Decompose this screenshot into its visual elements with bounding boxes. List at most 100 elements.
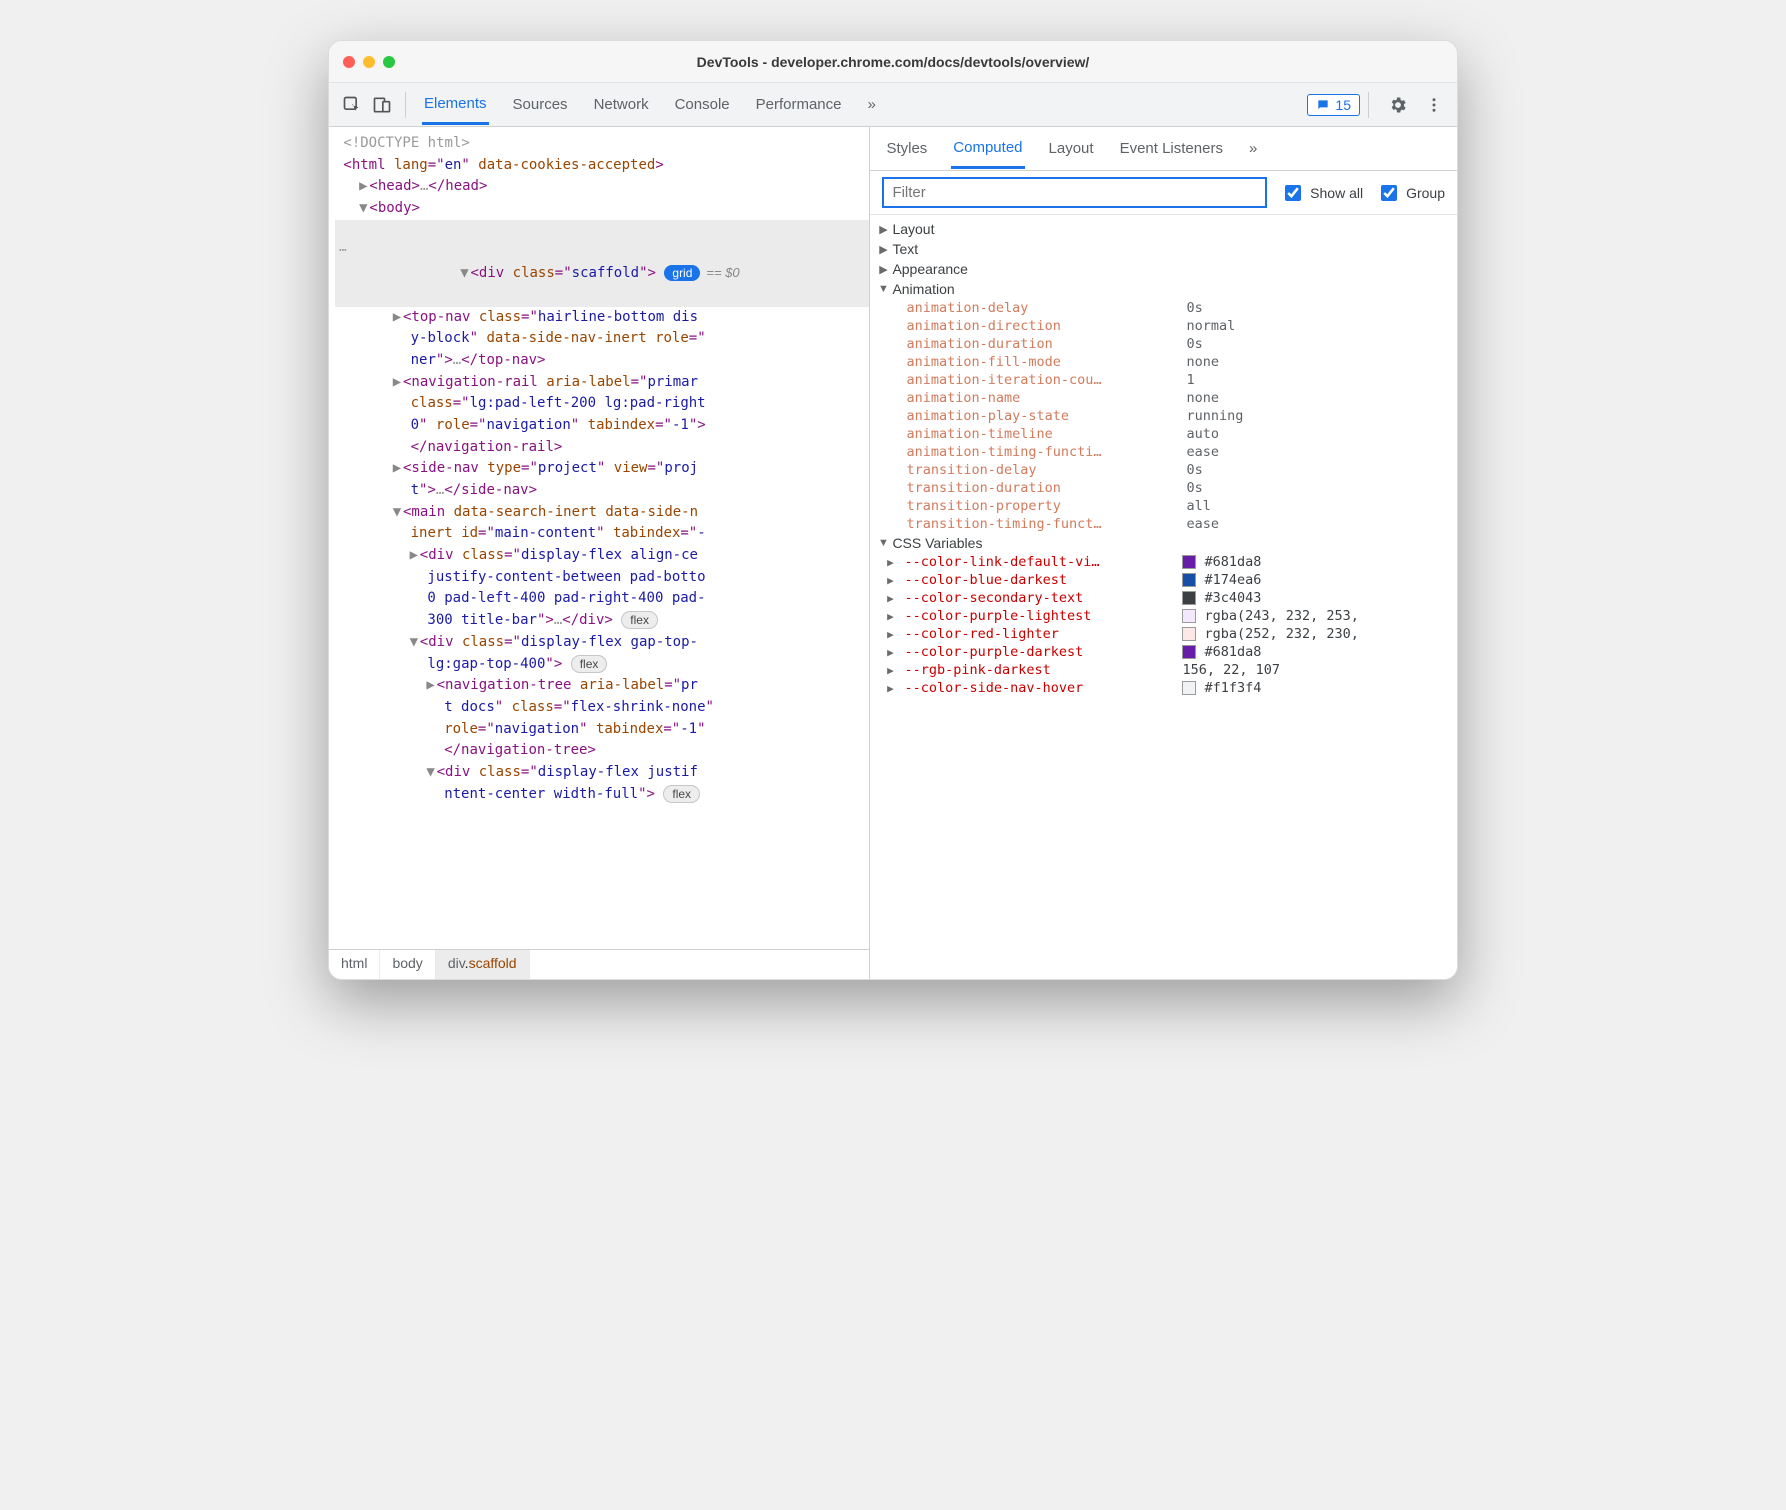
inspect-element-icon[interactable] — [337, 90, 367, 120]
group-appearance[interactable]: ▶Appearance — [870, 259, 1457, 279]
color-swatch[interactable] — [1182, 627, 1196, 641]
computed-property-row[interactable]: transition-duration0s — [870, 479, 1457, 497]
dom-tree[interactable]: <!DOCTYPE html> <html lang="en" data-coo… — [329, 127, 869, 949]
dom-node[interactable]: ▼<div class="display-flex justif — [335, 762, 869, 784]
css-variable-row[interactable]: ▶--color-purple-darkest#681da8 — [870, 643, 1457, 661]
tabs-overflow-icon[interactable]: » — [866, 86, 878, 123]
subtab-event-listeners[interactable]: Event Listeners — [1118, 130, 1225, 167]
color-swatch[interactable] — [1182, 573, 1196, 587]
computed-property-row[interactable]: animation-namenone — [870, 389, 1457, 407]
subtabs-overflow-icon[interactable]: » — [1247, 130, 1259, 167]
computed-property-row[interactable]: animation-timelineauto — [870, 425, 1457, 443]
layout-badge-flex[interactable]: flex — [663, 785, 700, 803]
property-value: 1 — [1186, 372, 1194, 388]
variable-value: #174ea6 — [1204, 572, 1261, 588]
variable-name: --rgb-pink-darkest — [904, 662, 1174, 678]
tab-elements[interactable]: Elements — [422, 85, 489, 125]
layout-badge-grid[interactable]: grid — [664, 265, 700, 281]
tab-sources[interactable]: Sources — [511, 86, 570, 123]
subtab-styles[interactable]: Styles — [884, 130, 929, 167]
expand-icon[interactable]: ▶ — [884, 574, 896, 587]
group-checkbox[interactable]: Group — [1377, 182, 1445, 204]
computed-property-row[interactable]: animation-delay0s — [870, 299, 1457, 317]
tab-performance[interactable]: Performance — [754, 86, 844, 123]
property-value: none — [1186, 390, 1219, 406]
css-variable-row[interactable]: ▶--color-red-lighterrgba(252, 232, 230, — [870, 625, 1457, 643]
eq-zero: == $0 — [706, 265, 739, 280]
subtab-computed[interactable]: Computed — [951, 129, 1024, 169]
expand-icon[interactable]: ▶ — [884, 628, 896, 641]
minimize-window-button[interactable] — [363, 56, 375, 68]
property-name: transition-delay — [906, 462, 1186, 478]
dom-node[interactable]: ▶<navigation-tree aria-label="pr — [335, 675, 869, 697]
breadcrumb-item-current[interactable]: div.scaffold — [436, 950, 530, 979]
dom-node[interactable]: ▶<head>…</head> — [335, 176, 869, 198]
dom-node[interactable]: <html lang="en" data-cookies-accepted> — [335, 155, 869, 177]
group-layout[interactable]: ▶Layout — [870, 219, 1457, 239]
expand-icon[interactable]: ▶ — [884, 610, 896, 623]
variable-value: rgba(243, 232, 253, — [1204, 608, 1358, 624]
color-swatch[interactable] — [1182, 645, 1196, 659]
device-toggle-icon[interactable] — [367, 90, 397, 120]
computed-property-row[interactable]: animation-duration0s — [870, 335, 1457, 353]
computed-property-row[interactable]: transition-propertyall — [870, 497, 1457, 515]
expand-icon[interactable]: ▶ — [884, 556, 896, 569]
expand-icon[interactable]: ▶ — [884, 664, 896, 677]
computed-pane: ▶Layout ▶Text ▶Appearance ▼Animation ani… — [870, 215, 1457, 979]
toolbar-divider — [405, 92, 406, 118]
dom-node[interactable]: ▼<div class="display-flex gap-top- — [335, 632, 869, 654]
computed-property-row[interactable]: animation-play-staterunning — [870, 407, 1457, 425]
color-swatch[interactable] — [1182, 681, 1196, 695]
zoom-window-button[interactable] — [383, 56, 395, 68]
dom-node[interactable]: ▼<main data-search-inert data-side-n — [335, 502, 869, 524]
dom-node[interactable]: ▶<side-nav type="project" view="proj — [335, 458, 869, 480]
computed-property-row[interactable]: animation-iteration-cou…1 — [870, 371, 1457, 389]
layout-badge-flex[interactable]: flex — [571, 655, 608, 673]
breadcrumb-item[interactable]: body — [380, 950, 435, 979]
variable-name: --color-purple-lightest — [904, 608, 1174, 624]
dom-node[interactable]: ▶<div class="display-flex align-ce — [335, 545, 869, 567]
color-swatch[interactable] — [1182, 591, 1196, 605]
dom-node[interactable]: ▶<navigation-rail aria-label="primar — [335, 372, 869, 394]
color-swatch[interactable] — [1182, 555, 1196, 569]
expand-icon[interactable]: ▶ — [884, 646, 896, 659]
layout-badge-flex[interactable]: flex — [621, 611, 658, 629]
tab-network[interactable]: Network — [592, 86, 651, 123]
expand-icon[interactable]: ▶ — [884, 682, 896, 695]
css-variable-row[interactable]: ▶--color-link-default-vi…#681da8 — [870, 553, 1457, 571]
css-variable-row[interactable]: ▶--color-secondary-text#3c4043 — [870, 589, 1457, 607]
color-swatch[interactable] — [1182, 609, 1196, 623]
computed-property-row[interactable]: transition-timing-funct…ease — [870, 515, 1457, 533]
computed-property-row[interactable]: animation-fill-modenone — [870, 353, 1457, 371]
group-text[interactable]: ▶Text — [870, 239, 1457, 259]
expand-icon[interactable]: ▶ — [884, 592, 896, 605]
dom-node[interactable]: ▼<body> — [335, 198, 869, 220]
gutter-ellipsis-icon[interactable]: ⋯ — [339, 241, 347, 261]
show-all-checkbox[interactable]: Show all — [1281, 182, 1363, 204]
css-variable-row[interactable]: ▶--color-blue-darkest#174ea6 — [870, 571, 1457, 589]
computed-property-row[interactable]: transition-delay0s — [870, 461, 1457, 479]
property-value: 0s — [1186, 480, 1202, 496]
css-variable-row[interactable]: ▶--color-side-nav-hover#f1f3f4 — [870, 679, 1457, 697]
filter-input[interactable] — [882, 177, 1267, 208]
more-menu-icon[interactable] — [1419, 90, 1449, 120]
css-variable-row[interactable]: ▶ --color-purple-lightest rgba(243, 232, 2… — [870, 607, 1457, 625]
doctype: <!DOCTYPE html> — [343, 135, 469, 151]
issues-counter[interactable]: 15 — [1307, 94, 1360, 116]
tab-console[interactable]: Console — [673, 86, 732, 123]
breadcrumb-item[interactable]: html — [329, 950, 380, 979]
panel-tabs: Elements Sources Network Console Perform… — [422, 85, 878, 124]
computed-property-row[interactable]: animation-timing-functi…ease — [870, 443, 1457, 461]
css-variable-row[interactable]: ▶--rgb-pink-darkest156, 22, 107 — [870, 661, 1457, 679]
close-window-button[interactable] — [343, 56, 355, 68]
computed-property-row[interactable]: animation-directionnormal — [870, 317, 1457, 335]
group-animation[interactable]: ▼Animation — [870, 279, 1457, 299]
variable-name: --color-purple-darkest — [904, 644, 1174, 660]
property-name: animation-duration — [906, 336, 1186, 352]
settings-gear-icon[interactable] — [1383, 90, 1413, 120]
dom-node[interactable]: ▶<top-nav class="hairline-bottom dis — [335, 307, 869, 329]
dom-node-selected[interactable]: ⋯ ▼<div class="scaffold"> grid== $0 — [335, 220, 869, 307]
group-css-variables[interactable]: ▼CSS Variables — [870, 533, 1457, 553]
property-name: animation-direction — [906, 318, 1186, 334]
subtab-layout[interactable]: Layout — [1047, 130, 1096, 167]
